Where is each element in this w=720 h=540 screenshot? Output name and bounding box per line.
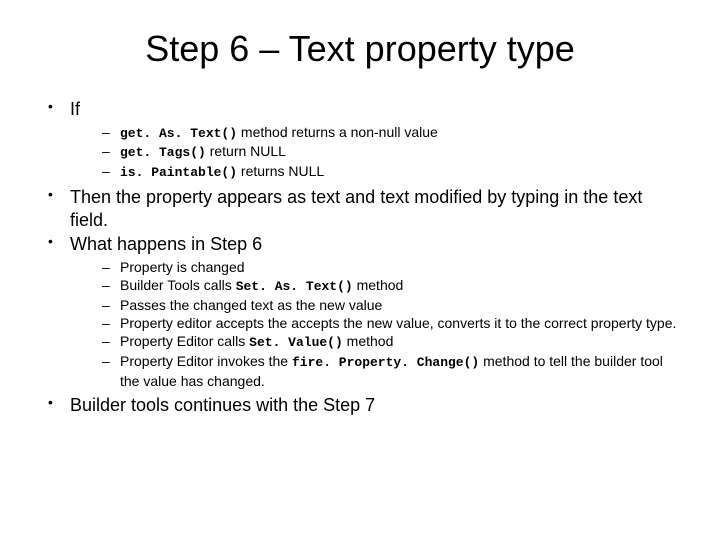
sub-editor-fires-change: Property Editor invokes the fire. Proper… bbox=[98, 352, 680, 390]
code-gettags: get. Tags() bbox=[120, 145, 206, 160]
slide-body: If get. As. Text() method returns a non-… bbox=[30, 98, 690, 417]
pre-setastext: Builder Tools calls bbox=[120, 277, 236, 293]
sub-editor-calls-setvalue: Property Editor calls Set. Value() metho… bbox=[98, 332, 680, 352]
if-sublist: get. As. Text() method returns a non-nul… bbox=[70, 123, 680, 183]
pre-firechange: Property Editor invokes the bbox=[120, 353, 292, 369]
post-setvalue: method bbox=[343, 333, 394, 349]
slide-title: Step 6 – Text property type bbox=[30, 28, 690, 70]
bullet-what-happens-text: What happens in Step 6 bbox=[70, 234, 262, 254]
sub-editor-accepts: Property editor accepts the accepts the … bbox=[98, 314, 680, 332]
sub-getastext: get. As. Text() method returns a non-nul… bbox=[98, 123, 680, 143]
tail-gettags: return NULL bbox=[206, 143, 286, 159]
code-firechange: fire. Property. Change() bbox=[292, 355, 479, 370]
bullet-builder-continues: Builder tools continues with the Step 7 bbox=[40, 394, 680, 417]
code-ispaintable: is. Paintable() bbox=[120, 165, 237, 180]
sub-property-changed: Property is changed bbox=[98, 258, 680, 276]
tail-getastext: method returns a non-null value bbox=[237, 124, 438, 140]
bullet-if: If get. As. Text() method returns a non-… bbox=[40, 98, 680, 182]
sub-gettags: get. Tags() return NULL bbox=[98, 142, 680, 162]
post-setastext: method bbox=[353, 277, 404, 293]
code-setvalue: Set. Value() bbox=[249, 335, 343, 350]
tail-ispaintable: returns NULL bbox=[237, 163, 324, 179]
sub-builder-calls-setastext: Builder Tools calls Set. As. Text() meth… bbox=[98, 276, 680, 296]
bullet-what-happens: What happens in Step 6 Property is chang… bbox=[40, 233, 680, 390]
what-happens-sublist: Property is changed Builder Tools calls … bbox=[70, 258, 680, 390]
bullet-if-text: If bbox=[70, 99, 80, 119]
top-bullets: If get. As. Text() method returns a non-… bbox=[40, 98, 680, 417]
code-getastext: get. As. Text() bbox=[120, 126, 237, 141]
code-setastext: Set. As. Text() bbox=[236, 279, 353, 294]
sub-passes-text: Passes the changed text as the new value bbox=[98, 296, 680, 314]
sub-ispaintable: is. Paintable() returns NULL bbox=[98, 162, 680, 182]
bullet-then: Then the property appears as text and te… bbox=[40, 186, 680, 231]
pre-setvalue: Property Editor calls bbox=[120, 333, 249, 349]
